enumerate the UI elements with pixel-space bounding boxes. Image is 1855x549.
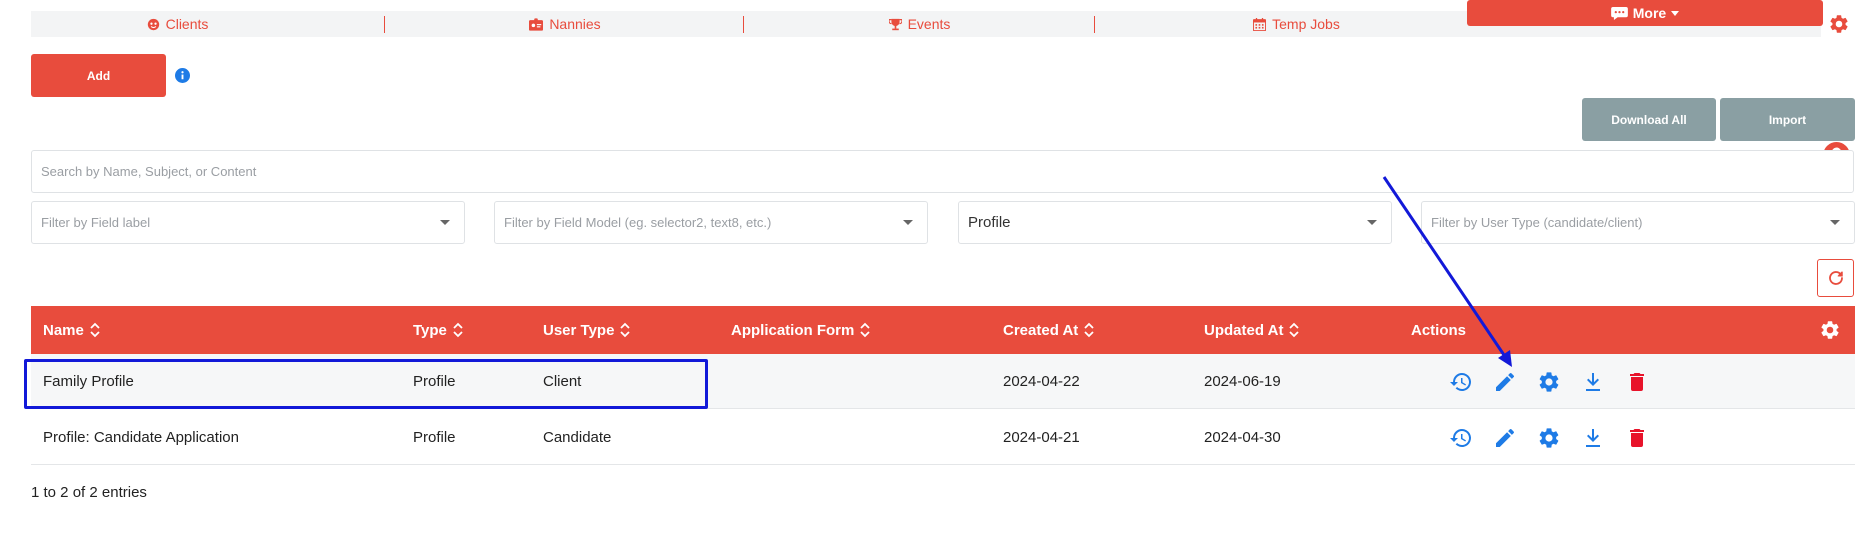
- sort-icon: [453, 322, 463, 338]
- chevron-down-icon: [903, 220, 913, 225]
- cell-updated-at: 2024-04-30: [1204, 429, 1281, 446]
- table-row: Profile: Candidate Application Profile C…: [31, 410, 1855, 465]
- history-icon: [1450, 428, 1471, 447]
- column-header-type[interactable]: Type: [413, 306, 463, 354]
- edit-button[interactable]: [1493, 426, 1517, 450]
- calendar-icon: [1253, 17, 1267, 31]
- badge-icon: [529, 17, 544, 31]
- column-header-application-form[interactable]: Application Form: [731, 306, 870, 354]
- cell-created-at: 2024-04-22: [1003, 373, 1080, 390]
- entries-count: 1 to 2 of 2 entries: [31, 484, 147, 501]
- column-header-label: Actions: [1411, 321, 1467, 339]
- nav-item-label: Clients: [165, 16, 209, 32]
- column-header-label: Name: [43, 321, 84, 339]
- delete-icon: [1630, 428, 1644, 447]
- table-row: Family Profile Profile Client 2024-04-22…: [31, 354, 1855, 409]
- cell-type: Profile: [413, 373, 456, 390]
- filter-field-model[interactable]: Filter by Field Model (eg. selector2, te…: [494, 201, 928, 244]
- cell-name: Family Profile: [43, 373, 134, 390]
- filter-field-label[interactable]: Filter by Field label: [31, 201, 465, 244]
- download-button[interactable]: [1581, 370, 1605, 394]
- download-icon: [1586, 372, 1600, 391]
- settings-icon: [1539, 427, 1559, 448]
- caret-down-icon: [1671, 10, 1680, 16]
- nav-item-clients[interactable]: Clients: [31, 11, 324, 37]
- nav-item-label: Nannies: [549, 16, 601, 32]
- cell-name: Profile: Candidate Application: [43, 429, 239, 446]
- more-label: More: [1632, 5, 1667, 21]
- history-button[interactable]: [1449, 370, 1473, 394]
- nav-item-temp-jobs[interactable]: Temp Jobs: [1095, 11, 1498, 37]
- settings-gear-icon[interactable]: [1828, 13, 1850, 35]
- chat-icon: [1610, 6, 1628, 20]
- filter-placeholder: Filter by Field label: [41, 215, 151, 230]
- delete-button[interactable]: [1625, 370, 1649, 394]
- cell-user-type: Client: [543, 373, 582, 390]
- cell-created-at: 2024-04-21: [1003, 429, 1080, 446]
- filter-placeholder: Filter by User Type (candidate/client): [1431, 215, 1643, 230]
- edit-icon: [1496, 428, 1515, 447]
- history-button[interactable]: [1449, 426, 1473, 450]
- edit-button[interactable]: [1493, 370, 1517, 394]
- refresh-button[interactable]: [1817, 259, 1854, 297]
- chevron-down-icon: [1367, 220, 1377, 225]
- column-header-label: Updated At: [1204, 321, 1284, 339]
- history-icon: [1450, 372, 1471, 391]
- clients-icon: [147, 18, 159, 30]
- nav-item-nannies[interactable]: Nannies: [385, 11, 745, 37]
- nav-item-events[interactable]: Events: [744, 11, 1095, 37]
- cell-user-type: Candidate: [543, 429, 612, 446]
- nav-item-label: Events: [907, 16, 951, 32]
- chevron-down-icon: [1830, 220, 1840, 225]
- filter-selected-value: Profile: [968, 214, 1011, 231]
- cell-updated-at: 2024-06-19: [1204, 373, 1281, 390]
- add-button[interactable]: Add: [31, 54, 166, 97]
- edit-icon: [1496, 372, 1515, 391]
- filter-user-type[interactable]: Filter by User Type (candidate/client): [1421, 201, 1855, 244]
- row-actions: [1449, 410, 1649, 465]
- chevron-down-icon: [440, 220, 450, 225]
- table-header: Name Type User Type Application Form Cre…: [31, 306, 1855, 354]
- column-header-created-at[interactable]: Created At: [1003, 306, 1094, 354]
- download-button[interactable]: [1581, 426, 1605, 450]
- trophy-icon: [888, 18, 902, 30]
- delete-button[interactable]: [1625, 426, 1649, 450]
- sort-icon: [620, 322, 631, 338]
- row-actions: [1449, 354, 1649, 409]
- arrow-annotation: [1382, 176, 1512, 367]
- filter-category[interactable]: Profile: [958, 201, 1392, 244]
- sort-icon: [90, 322, 100, 338]
- search-input[interactable]: [31, 150, 1854, 193]
- column-header-label: Application Form: [731, 321, 855, 339]
- column-header-label: User Type: [543, 321, 615, 339]
- column-header-updated-at[interactable]: Updated At: [1204, 306, 1300, 354]
- sort-icon: [1084, 322, 1094, 338]
- cell-type: Profile: [413, 429, 456, 446]
- sort-icon: [860, 322, 870, 338]
- download-icon: [1586, 428, 1600, 447]
- info-icon[interactable]: [175, 68, 190, 83]
- settings-button[interactable]: [1537, 426, 1561, 450]
- column-header-label: Type: [413, 321, 447, 339]
- filter-placeholder: Filter by Field Model (eg. selector2, te…: [504, 215, 772, 230]
- column-header-user-type[interactable]: User Type: [543, 306, 631, 354]
- sort-icon: [1289, 322, 1300, 338]
- column-header-actions: Actions: [1411, 306, 1466, 354]
- column-settings-gear-icon[interactable]: [1819, 319, 1841, 341]
- nav-item-label: Temp Jobs: [1272, 16, 1340, 32]
- more-menu-button[interactable]: More: [1467, 0, 1823, 26]
- refresh-icon: [1828, 271, 1843, 285]
- settings-icon: [1539, 371, 1559, 392]
- download-all-button[interactable]: Download All: [1582, 98, 1716, 141]
- import-button[interactable]: Import: [1720, 98, 1855, 141]
- delete-icon: [1630, 372, 1644, 391]
- settings-button[interactable]: [1537, 370, 1561, 394]
- column-header-name[interactable]: Name: [43, 306, 100, 354]
- column-header-label: Created At: [1003, 321, 1079, 339]
